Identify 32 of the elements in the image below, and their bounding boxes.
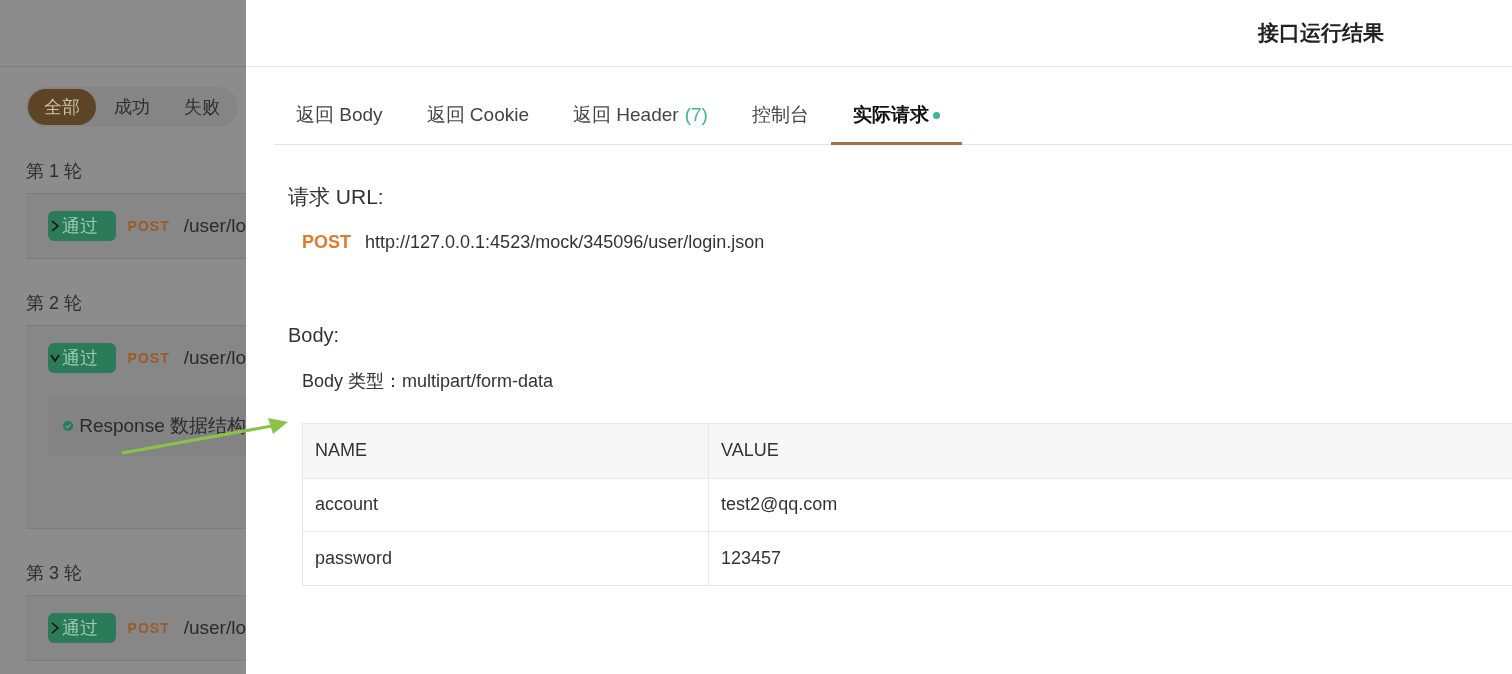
table-cell-text: test2@qq.com (720, 493, 839, 516)
body-type-text: Body 类型：multipart/form-data (302, 369, 554, 393)
method-label: POST (127, 216, 170, 236)
filter-pill[interactable]: 成功 (98, 89, 166, 125)
table-cell: account (303, 478, 709, 531)
status-badge[interactable]: 通过 (48, 343, 116, 373)
drawer-title: 接口运行结果 (1258, 20, 1384, 47)
tab[interactable]: 控制台 (729, 89, 831, 145)
method-label: POST (127, 618, 170, 638)
table-cell: password (303, 531, 709, 585)
status-badge[interactable]: 通过 (48, 211, 116, 241)
section-heading: 请求 URL: (288, 184, 384, 210)
round-label: 第 2 轮 (26, 292, 82, 315)
filter-pill[interactable]: 全部 (28, 89, 96, 125)
column-header: NAME (303, 423, 709, 478)
table-cell-text: 123457 (720, 546, 783, 570)
request-path: /user/lo (183, 345, 246, 370)
column-header: VALUE (720, 439, 780, 462)
method-label: POST (302, 230, 351, 254)
request-path: /user/lo (183, 615, 246, 640)
section-heading: Body: (288, 322, 340, 348)
tab[interactable]: 实际请求 (830, 89, 962, 145)
request-path: /user/lo (183, 213, 246, 238)
tab[interactable]: 返回 Body (274, 89, 405, 145)
tab[interactable]: 返回 Cookie (404, 89, 551, 145)
filter-pill[interactable]: 失败 (168, 89, 236, 125)
round-label: 第 1 轮 (26, 160, 82, 183)
status-badge[interactable]: 通过 (48, 613, 116, 643)
method-label: POST (127, 348, 170, 368)
round-label: 第 3 轮 (26, 562, 82, 585)
request-url: http://127.0.0.1:4523/mock/345096/user/login.json (365, 230, 765, 254)
tab[interactable]: 返回 Header (7) (551, 89, 730, 145)
